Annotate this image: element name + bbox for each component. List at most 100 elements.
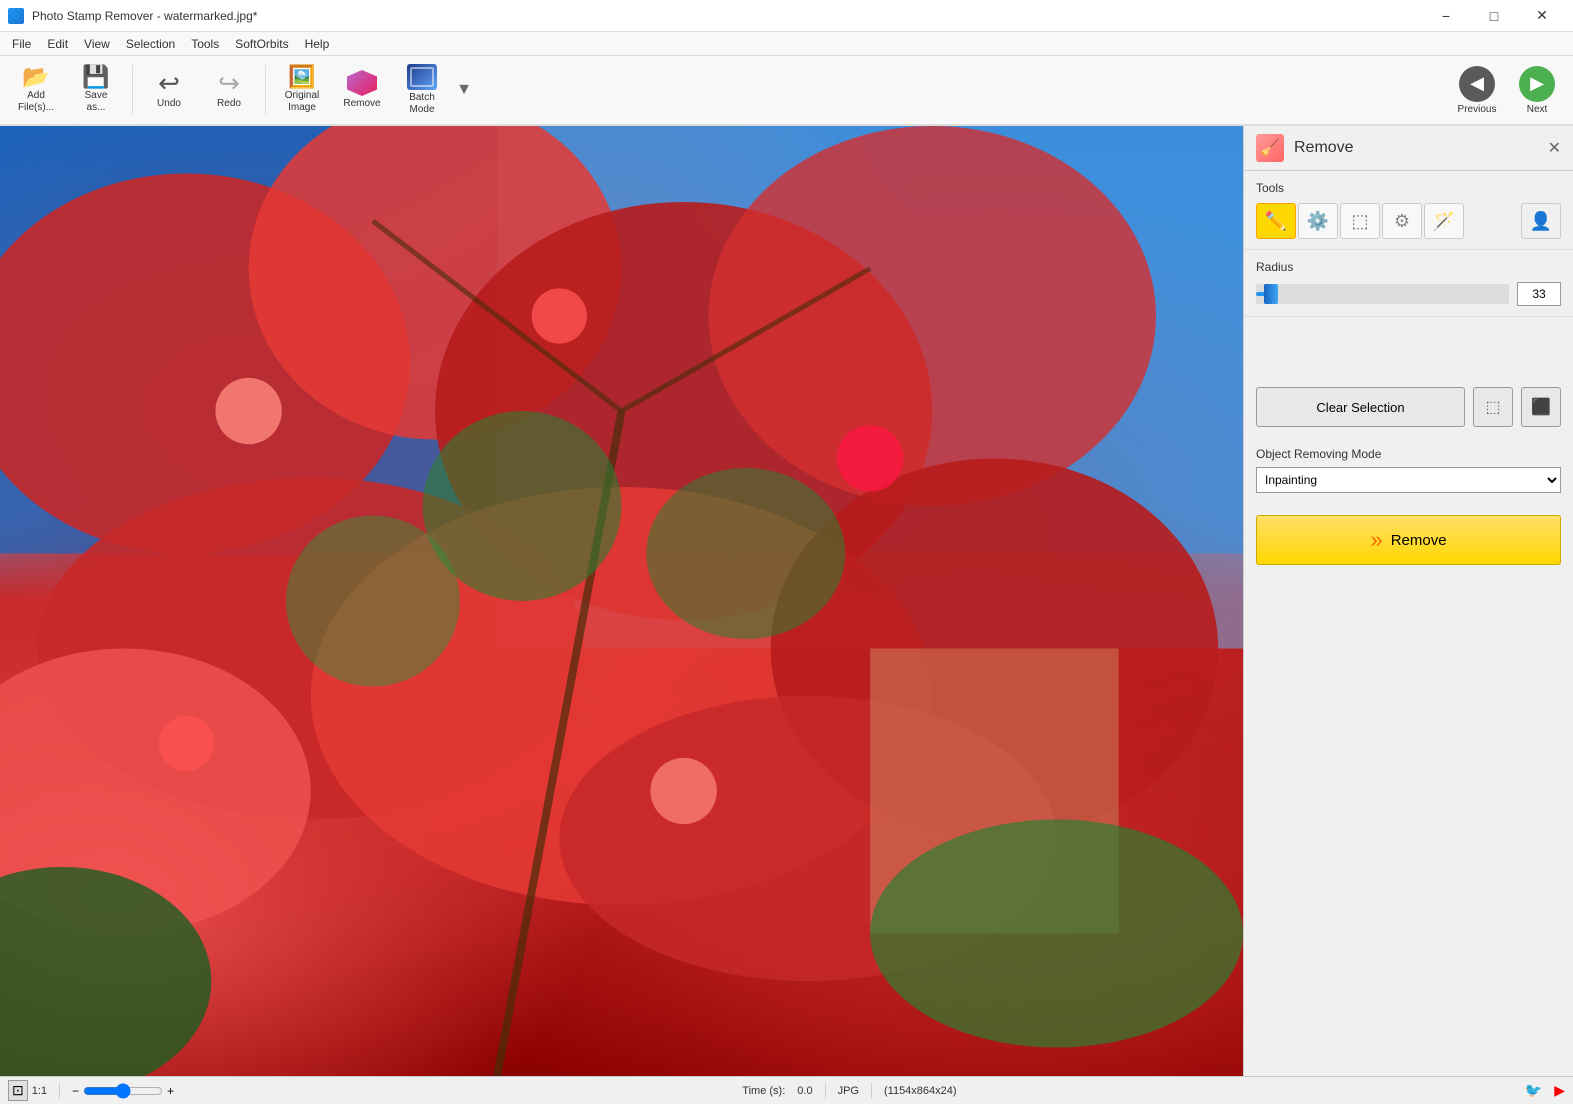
menu-file[interactable]: File bbox=[4, 35, 39, 53]
menu-bar: File Edit View Selection Tools SoftOrbit… bbox=[0, 32, 1573, 56]
action-row: Clear Selection ⬚ ⬛ bbox=[1244, 377, 1573, 437]
mode-section: Object Removing Mode Inpainting Content-… bbox=[1244, 437, 1573, 503]
menu-view[interactable]: View bbox=[76, 35, 118, 53]
next-label: Next bbox=[1527, 104, 1548, 115]
toolbox-panel: 🧹 Remove ✕ Tools ✏️ ⚙️ ⬚ bbox=[1243, 126, 1573, 1076]
radius-input[interactable] bbox=[1517, 282, 1561, 306]
canvas-svg bbox=[0, 126, 1243, 1076]
toolbox-header: 🧹 Remove ✕ bbox=[1244, 126, 1573, 171]
youtube-icon[interactable]: ▶ bbox=[1554, 1082, 1565, 1099]
menu-tools[interactable]: Tools bbox=[183, 35, 227, 53]
batch-mode-label: BatchMode bbox=[409, 92, 435, 116]
save-as-button[interactable]: 💾 Saveas... bbox=[68, 60, 124, 120]
save-icon: 💾 bbox=[82, 66, 109, 88]
previous-label: Previous bbox=[1458, 104, 1497, 115]
redo-label: Redo bbox=[217, 98, 241, 110]
toolbox-title: Remove bbox=[1294, 139, 1354, 157]
zoom-out-icon[interactable]: − bbox=[72, 1084, 79, 1098]
remove-button[interactable]: » Remove bbox=[1256, 515, 1561, 565]
menu-softorbits[interactable]: SoftOrbits bbox=[227, 35, 296, 53]
previous-button[interactable]: ◀ Previous bbox=[1449, 60, 1505, 120]
add-files-button[interactable]: 📂 AddFile(s)... bbox=[8, 60, 64, 120]
format-label: JPG bbox=[838, 1085, 859, 1097]
remove-section: » Remove bbox=[1244, 503, 1573, 577]
select-rect-icon: ⬚ bbox=[1351, 211, 1368, 232]
undo-label: Undo bbox=[157, 98, 181, 110]
select-expand-button[interactable]: ⬚ bbox=[1473, 387, 1513, 427]
more-button[interactable]: ▼ bbox=[454, 60, 474, 120]
mode-select[interactable]: Inpainting Content-Aware Fill Exemplar-B… bbox=[1256, 467, 1561, 493]
original-image-label: OriginalImage bbox=[285, 90, 319, 114]
remove-tool-label: Remove bbox=[343, 98, 380, 110]
redo-button[interactable]: ↪ Redo bbox=[201, 60, 257, 120]
status-sep-3 bbox=[871, 1083, 872, 1099]
separator-2 bbox=[265, 65, 266, 115]
menu-selection[interactable]: Selection bbox=[118, 35, 183, 53]
zoom-fit-icon[interactable]: ⊡ bbox=[8, 1080, 28, 1101]
radius-slider[interactable] bbox=[1256, 284, 1509, 304]
toolbox-close-button[interactable]: ✕ bbox=[1548, 138, 1561, 158]
tools-section-label: Tools bbox=[1256, 181, 1561, 195]
undo-button[interactable]: ↩ Undo bbox=[141, 60, 197, 120]
next-icon: ▶ bbox=[1519, 66, 1555, 102]
original-image-icon: 🖼️ bbox=[288, 66, 315, 88]
canvas-area[interactable] bbox=[0, 126, 1243, 1076]
slider-thumb[interactable] bbox=[1264, 284, 1278, 304]
batch-mode-icon bbox=[407, 64, 437, 90]
next-button[interactable]: ▶ Next bbox=[1509, 60, 1565, 120]
undo-icon: ↩ bbox=[158, 70, 180, 96]
select-rect-tool-button[interactable]: ⬚ bbox=[1340, 203, 1380, 239]
maximize-button[interactable]: □ bbox=[1471, 0, 1517, 32]
add-files-label: AddFile(s)... bbox=[18, 90, 54, 114]
clear-selection-button[interactable]: Clear Selection bbox=[1256, 387, 1465, 427]
time-label: Time (s): bbox=[742, 1085, 785, 1097]
status-bar: ⊡ 1:1 − + Time (s): 0.0 JPG (1154x864x24… bbox=[0, 1076, 1573, 1104]
select-contract-button[interactable]: ⬛ bbox=[1521, 387, 1561, 427]
previous-icon: ◀ bbox=[1459, 66, 1495, 102]
settings-icon: ⚙ bbox=[1394, 211, 1410, 232]
close-button[interactable]: ✕ bbox=[1519, 0, 1565, 32]
stamp-icon: 👤 bbox=[1530, 211, 1552, 232]
slider-track bbox=[1256, 292, 1509, 296]
nav-buttons: ◀ Previous ▶ Next bbox=[1449, 60, 1565, 120]
tools-row: ✏️ ⚙️ ⬚ ⚙ 🪄 👤 bbox=[1256, 203, 1561, 239]
eraser-icon: ⚙️ bbox=[1307, 211, 1329, 232]
remove-button-label: Remove bbox=[1391, 532, 1447, 549]
stamp-tool-button[interactable]: 👤 bbox=[1521, 203, 1561, 239]
add-files-icon: 📂 bbox=[22, 66, 49, 88]
menu-edit[interactable]: Edit bbox=[39, 35, 76, 53]
separator-1 bbox=[132, 65, 133, 115]
minimize-button[interactable]: − bbox=[1423, 0, 1469, 32]
contract-select-icon: ⬛ bbox=[1531, 397, 1551, 417]
redo-icon: ↪ bbox=[218, 70, 240, 96]
tools-section: Tools ✏️ ⚙️ ⬚ ⚙ � bbox=[1244, 171, 1573, 250]
zoom-slider-area: − + bbox=[72, 1083, 174, 1099]
menu-help[interactable]: Help bbox=[297, 35, 338, 53]
brush-tool-button[interactable]: ✏️ bbox=[1256, 203, 1296, 239]
twitter-icon[interactable]: 🐦 bbox=[1525, 1082, 1542, 1099]
app-icon bbox=[8, 8, 24, 24]
zoom-slider[interactable] bbox=[83, 1083, 163, 1099]
middle-space bbox=[1244, 317, 1573, 377]
eraser-tool-button[interactable]: ⚙️ bbox=[1298, 203, 1338, 239]
wand-icon: 🪄 bbox=[1433, 211, 1455, 232]
toolbox-eraser-icon: 🧹 bbox=[1256, 134, 1284, 162]
status-sep-2 bbox=[825, 1083, 826, 1099]
remove-tool-icon bbox=[347, 70, 377, 96]
remove-tool-button[interactable]: Remove bbox=[334, 60, 390, 120]
original-image-button[interactable]: 🖼️ OriginalImage bbox=[274, 60, 330, 120]
window-title: Photo Stamp Remover - watermarked.jpg* bbox=[32, 9, 257, 23]
window-controls: − □ ✕ bbox=[1423, 0, 1565, 32]
expand-select-icon: ⬚ bbox=[1485, 397, 1500, 417]
mode-label: Object Removing Mode bbox=[1256, 447, 1561, 461]
settings-tool-button[interactable]: ⚙ bbox=[1382, 203, 1422, 239]
batch-mode-button[interactable]: BatchMode bbox=[394, 60, 450, 120]
brush-icon: ✏️ bbox=[1265, 211, 1287, 232]
wand-tool-button[interactable]: 🪄 bbox=[1424, 203, 1464, 239]
canvas-image bbox=[0, 126, 1243, 1076]
title-bar-left: Photo Stamp Remover - watermarked.jpg* bbox=[8, 8, 257, 24]
dimensions-label: (1154x864x24) bbox=[884, 1085, 957, 1097]
zoom-in-icon[interactable]: + bbox=[167, 1084, 174, 1098]
status-sep-1 bbox=[59, 1083, 60, 1099]
radius-row bbox=[1256, 282, 1561, 306]
